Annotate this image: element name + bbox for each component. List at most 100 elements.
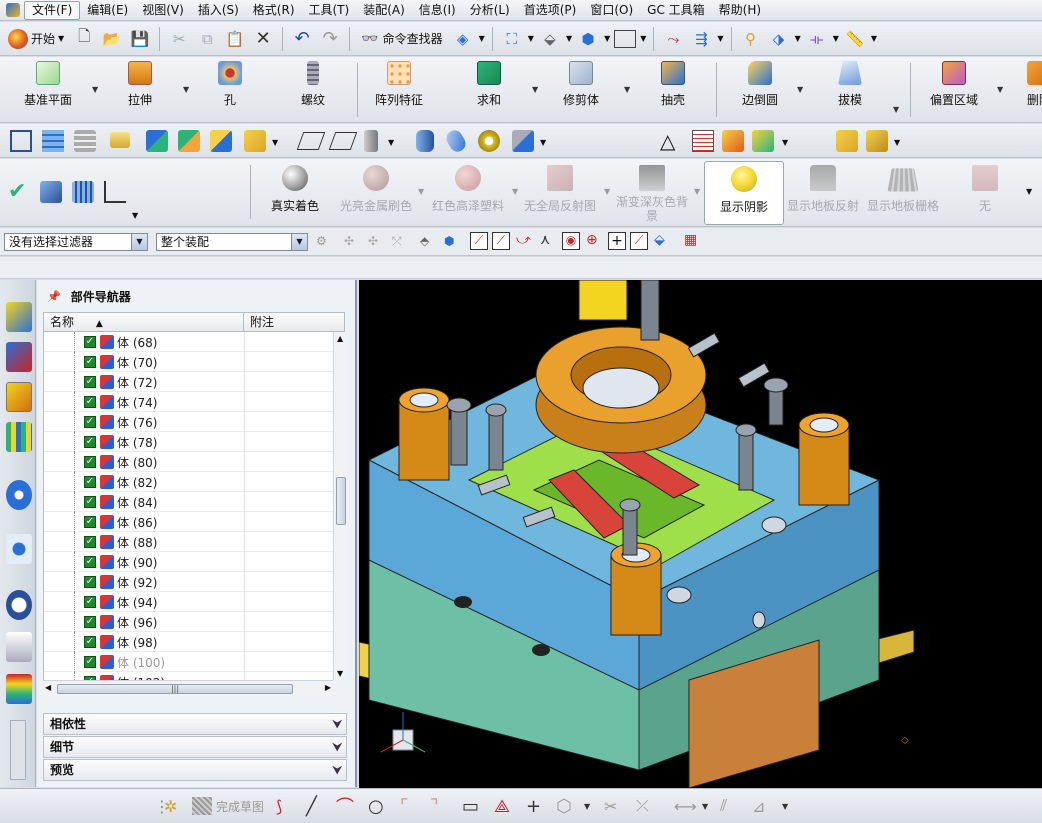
background-icon[interactable] bbox=[614, 29, 637, 48]
visibility-checkbox[interactable]: ✓ bbox=[84, 436, 96, 448]
chevron-down-icon[interactable]: ▼ bbox=[291, 234, 307, 250]
point-on-curve-icon[interactable]: ⟋ bbox=[630, 232, 648, 250]
chevron-down-icon[interactable]: ▼ bbox=[512, 187, 518, 196]
check-icon[interactable]: ✔ bbox=[8, 181, 30, 203]
menu-analysis[interactable]: 分析(L) bbox=[463, 0, 517, 21]
measure-distance-icon[interactable]: ⟛ bbox=[805, 27, 829, 51]
scroll-thumb[interactable] bbox=[336, 477, 346, 525]
tree-row[interactable]: ✓ 体 (70) bbox=[44, 352, 333, 372]
menu-window[interactable]: 窗口(O) bbox=[583, 0, 640, 21]
copy-icon[interactable]: ⧉ bbox=[195, 27, 219, 51]
edge-blend-button[interactable]: 边倒圆 bbox=[740, 61, 780, 117]
none-button[interactable]: 无 bbox=[958, 161, 1012, 225]
reuse-library-tab-icon[interactable] bbox=[6, 422, 32, 452]
menu-gc-toolbox[interactable]: GC 工具箱 bbox=[640, 0, 712, 21]
chevron-down-icon[interactable]: ▼ bbox=[782, 138, 788, 147]
arc-center-icon[interactable]: ⤱ bbox=[392, 234, 402, 249]
sketch-plane-icon[interactable] bbox=[296, 132, 326, 150]
table-icon[interactable] bbox=[692, 130, 714, 152]
undo-icon[interactable]: ↶ bbox=[290, 27, 314, 51]
menu-format[interactable]: 格式(R) bbox=[246, 0, 302, 21]
visibility-checkbox[interactable]: ✓ bbox=[84, 556, 96, 568]
visibility-checkbox[interactable]: ✓ bbox=[84, 336, 96, 348]
wcs-icon[interactable]: ⤳ bbox=[661, 27, 685, 51]
tree-row[interactable]: ✓ 体 (84) bbox=[44, 492, 333, 512]
tree-row[interactable]: ✓ 体 (78) bbox=[44, 432, 333, 452]
chevron-down-icon[interactable]: ▼ bbox=[479, 34, 485, 43]
finish-sketch-button[interactable]: 完成草图 bbox=[192, 795, 264, 817]
command-finder-button[interactable]: 👓 命令查找器 bbox=[357, 30, 446, 47]
horizontal-scrollbar[interactable]: ◀ ||| ▶ bbox=[43, 680, 333, 696]
layers-icon[interactable] bbox=[42, 130, 64, 152]
visibility-checkbox[interactable]: ✓ bbox=[84, 516, 96, 528]
thread-button[interactable]: 螺纹 bbox=[296, 61, 330, 117]
menu-edit[interactable]: 编辑(E) bbox=[80, 0, 135, 21]
hd3d-tools-tab-icon[interactable] bbox=[6, 480, 32, 510]
section-plane-icon[interactable] bbox=[328, 132, 358, 150]
endpoint-snap-icon[interactable]: ⟋ bbox=[470, 232, 488, 250]
cylinder-icon[interactable] bbox=[416, 130, 434, 152]
axis-icon[interactable] bbox=[104, 181, 126, 203]
chevron-down-icon[interactable]: ▼ bbox=[132, 211, 138, 220]
mate-component-icon[interactable] bbox=[210, 130, 232, 152]
shaded-cube-icon[interactable]: ⬢ bbox=[576, 27, 600, 51]
dimension-icon[interactable]: ⊿ bbox=[752, 795, 765, 817]
tree-row[interactable]: ✓ 体 (90) bbox=[44, 552, 333, 572]
tree-row[interactable]: ✓ 体 (96) bbox=[44, 612, 333, 632]
draft-button[interactable]: 拔模 bbox=[836, 61, 864, 117]
tree-row[interactable]: ✓ 体 (74) bbox=[44, 392, 333, 412]
menu-information[interactable]: 信息(I) bbox=[412, 0, 463, 21]
chevron-down-icon[interactable]: ▼ bbox=[584, 795, 590, 817]
tree-row[interactable]: ✓ 体 (88) bbox=[44, 532, 333, 552]
vertical-scrollbar[interactable]: ▲ ▼ bbox=[333, 332, 347, 680]
floor-grid-button[interactable]: 显示地板栅格 bbox=[866, 161, 940, 225]
tree-row[interactable]: ✓ 体 (92) bbox=[44, 572, 333, 592]
visibility-checkbox[interactable]: ✓ bbox=[84, 456, 96, 468]
midpoint-snap-icon[interactable]: ⟋ bbox=[492, 232, 510, 250]
menu-view[interactable]: 视图(V) bbox=[135, 0, 191, 21]
details-panel[interactable]: 细节 ⮟ bbox=[43, 736, 347, 758]
snap-point-icon[interactable]: ✣ bbox=[344, 234, 354, 248]
tree-row[interactable]: ✓ 体 (100) bbox=[44, 652, 333, 672]
preview-panel[interactable]: 预览 ⮟ bbox=[43, 759, 347, 781]
chevron-down-icon[interactable]: ⮟ bbox=[333, 715, 342, 735]
extrude-button[interactable]: 拉伸 bbox=[124, 61, 156, 117]
grid-snap-icon[interactable]: ▦ bbox=[684, 232, 697, 248]
floor-reflection-button[interactable]: 显示地板反射 bbox=[786, 161, 860, 225]
visibility-checkbox[interactable]: ✓ bbox=[84, 396, 96, 408]
spreadsheet-icon[interactable] bbox=[722, 130, 744, 152]
chamfer-icon[interactable]: ⌝ bbox=[430, 795, 438, 817]
visibility-checkbox[interactable]: ✓ bbox=[84, 356, 96, 368]
existing-point-icon[interactable]: + bbox=[608, 232, 626, 250]
datum-plane-button[interactable]: 基准平面 bbox=[22, 61, 74, 117]
tree-row[interactable]: ✓ 体 (72) bbox=[44, 372, 333, 392]
chevron-down-icon[interactable]: ▼ bbox=[532, 85, 538, 94]
measure-body-icon[interactable] bbox=[364, 130, 378, 152]
rectangle-icon[interactable]: ▭ bbox=[462, 795, 479, 817]
menu-preferences[interactable]: 首选项(P) bbox=[517, 0, 584, 21]
visibility-checkbox[interactable]: ✓ bbox=[84, 416, 96, 428]
circle-icon[interactable]: ○ bbox=[368, 795, 384, 817]
ruler-icon[interactable]: 📏 bbox=[843, 27, 867, 51]
chevron-down-icon[interactable]: ▼ bbox=[795, 34, 801, 43]
metal-brush-button[interactable]: 光亮金属刷色 bbox=[336, 161, 416, 225]
chevron-down-icon[interactable]: ▼ bbox=[528, 34, 534, 43]
visibility-checkbox[interactable]: ✓ bbox=[84, 496, 96, 508]
triangle-icon[interactable]: △ bbox=[660, 129, 675, 153]
visibility-checkbox[interactable]: ✓ bbox=[84, 476, 96, 488]
layer-settings-icon[interactable] bbox=[74, 130, 96, 152]
shell-button[interactable]: 抽壳 bbox=[658, 61, 688, 117]
tree-row[interactable]: ✓ 体 (76) bbox=[44, 412, 333, 432]
chevron-down-icon[interactable]: ▼ bbox=[997, 85, 1003, 94]
tree-row[interactable]: ✓ 体 (68) bbox=[44, 332, 333, 352]
system-materials-tab-icon[interactable] bbox=[6, 632, 32, 662]
assembly-navigator-icon[interactable] bbox=[146, 130, 168, 152]
washer-icon[interactable] bbox=[478, 130, 500, 152]
folder-tool-icon[interactable] bbox=[836, 130, 858, 152]
new-file-icon[interactable]: 🗋 bbox=[72, 27, 96, 51]
chevron-down-icon[interactable]: ▼ bbox=[272, 138, 278, 147]
visibility-checkbox[interactable]: ✓ bbox=[84, 536, 96, 548]
tree-row[interactable]: ✓ 体 (80) bbox=[44, 452, 333, 472]
scroll-down-icon[interactable]: ▼ bbox=[337, 669, 343, 678]
chevron-down-icon[interactable]: ▼ bbox=[640, 34, 646, 43]
